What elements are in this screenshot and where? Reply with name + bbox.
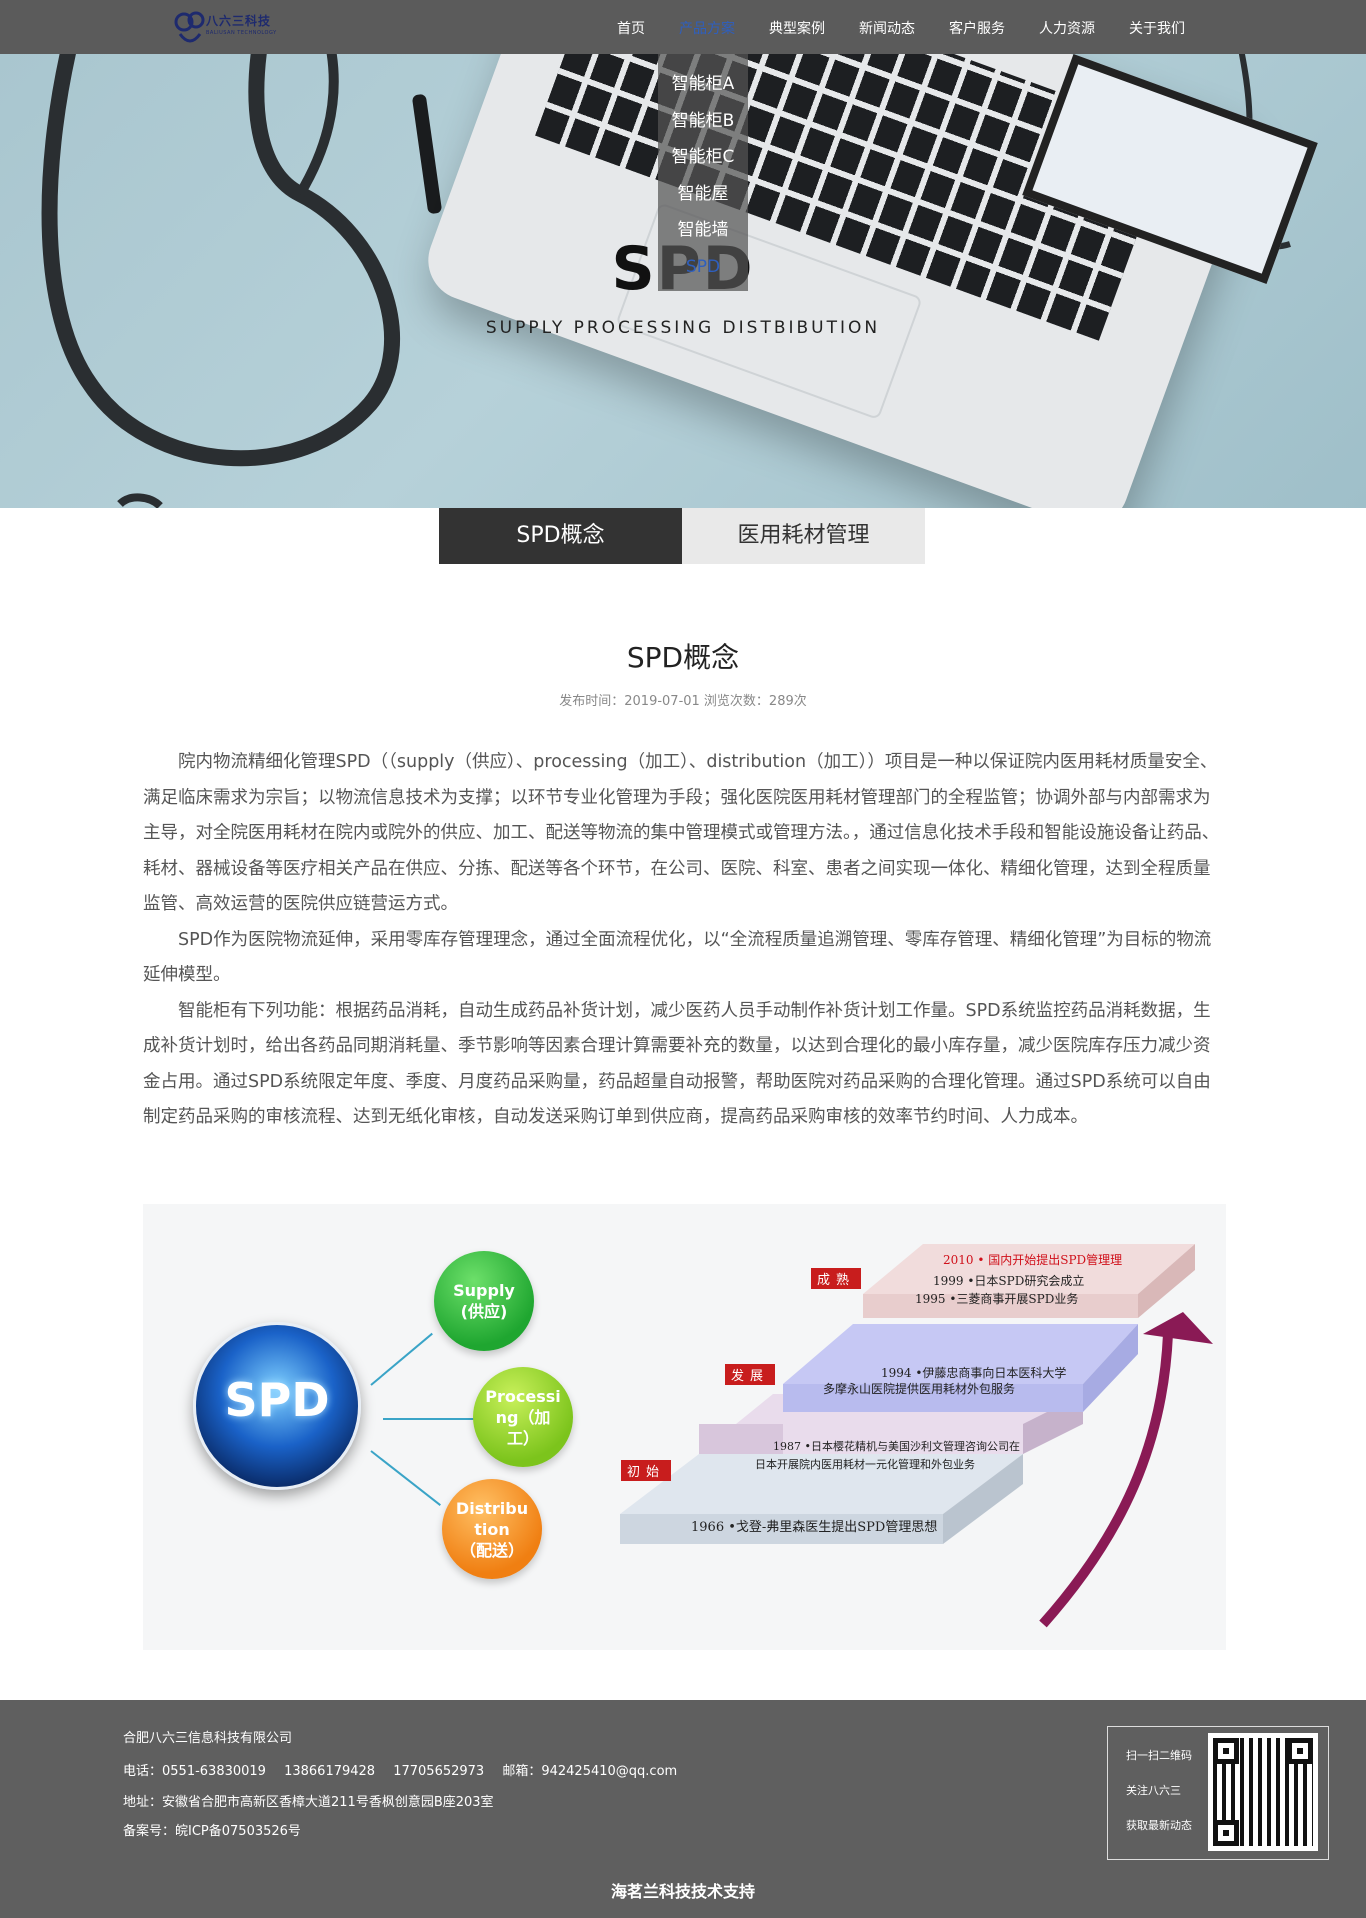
tab-spd-concept[interactable]: SPD概念 [439, 508, 682, 564]
dropdown-item-cabinet-a[interactable]: 智能柜A [658, 66, 748, 103]
qr-caption-2: 关注八六三 [1126, 1784, 1181, 1797]
products-dropdown-menu: 智能柜A 智能柜B 智能柜C 智能屋 智能墙 SPD [658, 54, 748, 291]
stage-label-initial: 初始 [621, 1460, 672, 1481]
nav-hr[interactable]: 人力资源 [1022, 0, 1112, 54]
stage-label-development: 发展 [725, 1364, 776, 1385]
timeline-entry-1987-detail: 日本开展院内医用耗材一元化管理和外包业务 [755, 1458, 975, 1471]
nav-service[interactable]: 客户服务 [932, 0, 1022, 54]
dropdown-item-smart-wall[interactable]: 智能墙 [658, 212, 748, 249]
hero-subtitle: SUPPLY PROCESSING DISTBIBUTION [485, 318, 881, 338]
footer-address: 地址：安徽省合肥市高新区香樟大道211号香枫创意园B座203室 [123, 1795, 494, 1810]
footer-icp[interactable]: 备案号：皖ICP备07503526号 [123, 1820, 301, 1839]
tab-consumables-management[interactable]: 医用耗材管理 [682, 508, 925, 564]
nav-products[interactable]: 产品方案 [662, 0, 752, 54]
dropdown-item-cabinet-b[interactable]: 智能柜B [658, 103, 748, 140]
footer-phone-3: 17705652973 [393, 1764, 485, 1779]
timeline-entry-1994: 1994 •伊藤忠商事向日本医科大学 [881, 1366, 1067, 1380]
logo-text: 八六三科技 [206, 14, 272, 28]
footer-phone: 电话：0551-63830019 [123, 1764, 266, 1779]
content-tabs: SPD概念 医用耗材管理 [439, 508, 925, 564]
dropdown-item-cabinet-c[interactable]: 智能柜C [658, 139, 748, 176]
top-navbar: 八六三科技 BALIUSAN TECHNOLOGY 首页 产品方案 典型案例 新… [0, 0, 1366, 54]
logo-subtext: BALIUSAN TECHNOLOGY [206, 30, 277, 36]
logo-mark-icon [174, 11, 205, 43]
timeline-entry-2010: 2010 • 国内开始提出SPD管理理 [943, 1253, 1123, 1267]
nav-news[interactable]: 新闻动态 [842, 0, 932, 54]
dropdown-item-smart-room[interactable]: 智能屋 [658, 176, 748, 213]
nav-cases[interactable]: 典型案例 [752, 0, 842, 54]
qr-caption-3: 获取最新动态 [1126, 1819, 1192, 1832]
timeline-entry-1995: 1995 •三菱商事开展SPD业务 [915, 1292, 1079, 1306]
dropdown-item-spd[interactable]: SPD [658, 249, 748, 286]
stage-label-mature: 成熟 [811, 1268, 862, 1289]
timeline-entry-1999: 1999 •日本SPD研究会成立 [933, 1274, 1085, 1288]
article-paragraph: SPD作为医院物流延伸，采用零库存管理理念，通过全面流程优化，以“全流程质量追溯… [143, 929, 1212, 986]
qr-code-box: 扫一扫二维码 关注八六三 获取最新动态 [1107, 1726, 1329, 1860]
article-paragraph: 院内物流精细化管理SPD（（supply（供应）、processing（加工）、… [143, 752, 1220, 914]
article-body: 院内物流精细化管理SPD（（supply（供应）、processing（加工）、… [143, 745, 1223, 1136]
article-paragraph: 智能柜有下列功能：根据药品消耗，自动生成药品补货计划，减少医药人员手动制作补货计… [143, 1000, 1211, 1128]
nav-home[interactable]: 首页 [600, 0, 662, 54]
qr-caption-1: 扫一扫二维码 [1126, 1749, 1192, 1762]
timeline-entry-1994-detail: 多摩永山医院提供医用耗材外包服务 [823, 1382, 1016, 1396]
spd-history-figure: SPD Supply (供应) Processi ng（加 工） Distrib… [143, 1204, 1226, 1650]
timeline-entry-1987: 1987 •日本樱花精机与美国沙利文管理咨询公司在 [773, 1440, 1020, 1453]
company-logo[interactable]: 八六三科技 BALIUSAN TECHNOLOGY [172, 4, 282, 52]
footer-tech-support: 海茗兰科技技术支持 [610, 1882, 755, 1901]
timeline-entry-1966: 1966 •戈登-弗里森医生提出SPD管理思想 [691, 1520, 938, 1535]
article-meta: 发布时间：2019-07-01 浏览次数：289次 [559, 694, 807, 709]
main-nav: 首页 产品方案 典型案例 新闻动态 客户服务 人力资源 关于我们 [600, 0, 1202, 54]
footer-contact-line: 电话：0551-63830019 13866179428 17705652973… [123, 1760, 691, 1779]
article-title: SPD概念 [626, 641, 740, 674]
footer-phone-2: 13866179428 [284, 1764, 376, 1779]
footer-email[interactable]: 邮箱：942425410@qq.com [502, 1764, 677, 1779]
nav-about[interactable]: 关于我们 [1112, 0, 1202, 54]
staircase-diagram [620, 1244, 1213, 1628]
site-footer: 合肥八六三信息科技有限公司 电话：0551-63830019 138661794… [0, 1700, 1366, 1918]
qr-code-icon [1208, 1733, 1318, 1851]
footer-company-name: 合肥八六三信息科技有限公司 [123, 1731, 293, 1746]
